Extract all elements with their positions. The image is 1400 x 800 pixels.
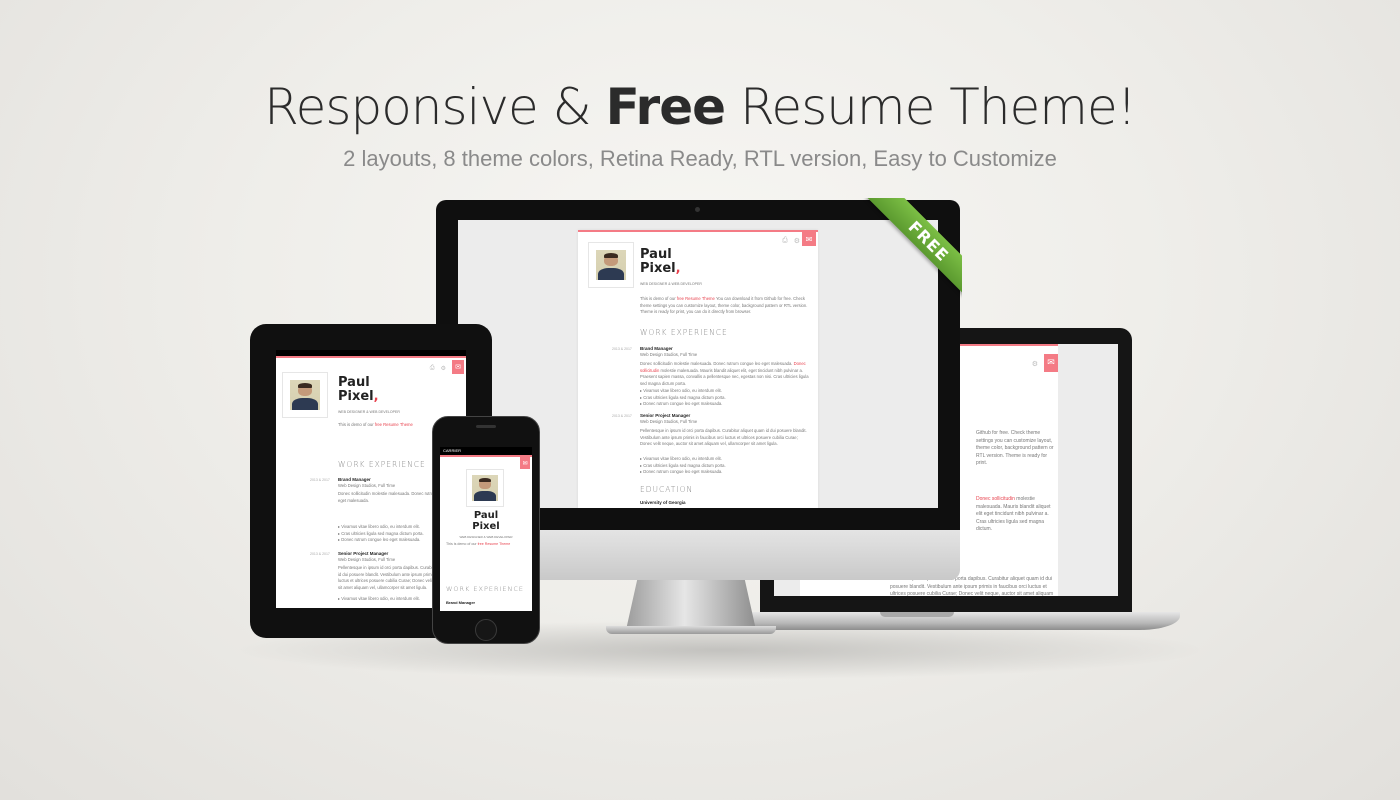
envelope-icon: ✉ [1047, 358, 1055, 368]
list-item: ▸ Donec rutrum congue leo eget malesuada… [640, 469, 723, 475]
list-item: ▸ Vivamus vitae libero odio, eu interdum… [338, 524, 420, 529]
education-heading: EDUCATION [640, 485, 694, 494]
camera-dot [695, 207, 700, 212]
resume-name: Paul Pixel, [338, 375, 379, 404]
laptop-intro: Github for free. Check theme settings yo… [976, 430, 1054, 466]
iphone-speaker [476, 425, 496, 428]
home-button[interactable] [475, 619, 497, 641]
job-title: Senior Project Manager [640, 413, 691, 418]
resume-role: WEB DESIGNER & WEB DEVELOPER [459, 535, 513, 539]
contact-button[interactable]: ✉ [520, 457, 530, 469]
list-item: ▸ Cras ultricies ligula sed magna dictum… [640, 394, 726, 400]
imac-stand-foot [606, 626, 776, 634]
iphone-resume-page: ✉ Paul Pixel WEB DESIGNER & WEB DEVELOPER… [440, 455, 532, 611]
accent-line [276, 356, 466, 358]
headline: Responsive & Free Resume Theme! [264, 78, 1137, 136]
job-title: Brand Manager [338, 477, 371, 482]
envelope-icon: ✉ [455, 363, 461, 371]
job-title: Senior Project Manager [338, 551, 389, 556]
job-company: Web Design Studios, Full Time [640, 419, 698, 424]
list-item: ▸ Cras ultricies ligula sed magna dictum… [338, 530, 424, 536]
toolbar-icons: ⎙ ⚙ [782, 236, 800, 245]
envelope-icon: ✉ [805, 234, 813, 244]
resume-intro: This is demo of our free Resume Theme [446, 542, 511, 546]
list-item: ▸ Cras ultricies ligula sed magna dictum… [640, 462, 726, 468]
contact-button[interactable]: ✉ [452, 360, 464, 374]
resume-role: WEB DESIGNER & WEB DEVELOPER [640, 282, 702, 286]
avatar [466, 469, 504, 507]
contact-button[interactable]: ✉ [802, 232, 816, 246]
free-ribbon: FREE [858, 198, 962, 302]
imac-resume-page: ⎙ ⚙ ✉ Paul Pixel, WEB DESIGNER & WEB DEVEL… [578, 230, 818, 508]
job-bullets: ▸ Vivamus vitae libero odio, eu interdum… [338, 596, 420, 603]
resume-name: Paul Pixel [472, 510, 500, 532]
contact-button[interactable]: ✉ [1044, 354, 1058, 372]
accent-line [578, 230, 818, 232]
job-bullets: ▸ Vivamus vitae libero odio, eu interdum… [640, 388, 726, 408]
job-bullets: ▸ Vivamus vitae libero odio, eu interdum… [640, 456, 726, 476]
job-company: Web Design Studios, Full Time [640, 352, 698, 357]
work-experience-heading: WORK EXPERIENCE [446, 585, 525, 593]
list-item: ▸ Donec rutrum congue leo eget malesuada… [338, 537, 421, 543]
laptop-base [734, 612, 1180, 630]
work-experience-heading: WORK EXPERIENCE [338, 460, 426, 469]
resume-name: Paul Pixel, [640, 247, 681, 276]
job-company: Web Design Studios, Full Time [338, 557, 396, 562]
toolbar-icons: ⚙ [1032, 360, 1038, 368]
avatar [282, 372, 328, 418]
work-experience-heading: WORK EXPERIENCE [640, 328, 728, 337]
iphone-screen: CARRIER ✉ Paul Pixel WEB DESIGNER & WEB D… [440, 447, 532, 611]
job-desc: Donec sollicitudin molestie malesuada. D… [640, 361, 809, 386]
print-icon[interactable]: ⎙ [430, 364, 435, 372]
job-title: Brand Manager [640, 346, 673, 351]
job-bullets: ▸ Vivamus vitae libero odio, eu interdum… [338, 524, 424, 544]
list-item: ▸ Vivamus vitae libero odio, eu interdum… [338, 596, 420, 601]
toolbar-icons: ⎙ ⚙ [430, 364, 446, 372]
accent-line [440, 455, 532, 457]
job-date: 2013 & 2017 [310, 552, 330, 556]
gear-icon[interactable]: ⚙ [1032, 360, 1038, 368]
list-item: ▸ Donec rutrum congue leo eget malesuada… [640, 401, 723, 407]
gear-icon[interactable]: ⚙ [794, 237, 800, 245]
job-date: 2013 & 2017 [310, 478, 330, 482]
status-bar: CARRIER [440, 447, 532, 455]
laptop-job-desc: Donec sollicitudin molestie malesuada. M… [976, 496, 1051, 532]
list-item: ▸ Vivamus vitae libero odio, eu interdum… [640, 456, 722, 461]
print-icon[interactable]: ⎙ [782, 236, 788, 245]
laptop-notch [880, 612, 954, 617]
avatar [588, 242, 634, 288]
subtitle: 2 layouts, 8 theme colors, Retina Ready,… [343, 146, 1057, 171]
job-company: Web Design Studios, Full Time [338, 483, 396, 488]
school-name: University of Georgia [640, 500, 686, 505]
iphone: CARRIER ✉ Paul Pixel WEB DESIGNER & WEB D… [432, 416, 540, 644]
list-item: ▸ Vivamus vitae libero odio, eu interdum… [640, 388, 722, 393]
resume-role: WEB DESIGNER & WEB DEVELOPER [338, 410, 400, 414]
envelope-icon: ✉ [522, 459, 528, 467]
gear-icon[interactable]: ⚙ [441, 365, 446, 372]
resume-intro: This is demo of our free Resume Theme Yo… [640, 296, 808, 314]
free-badge: FREE [866, 198, 962, 302]
job-date: 2013 & 2017 [612, 347, 632, 351]
job-desc: Pellentesque in ipsum id orci porta dapi… [640, 428, 807, 446]
job-title: Brand Manager [446, 600, 476, 605]
job-date: 2013 & 2017 [612, 414, 632, 418]
